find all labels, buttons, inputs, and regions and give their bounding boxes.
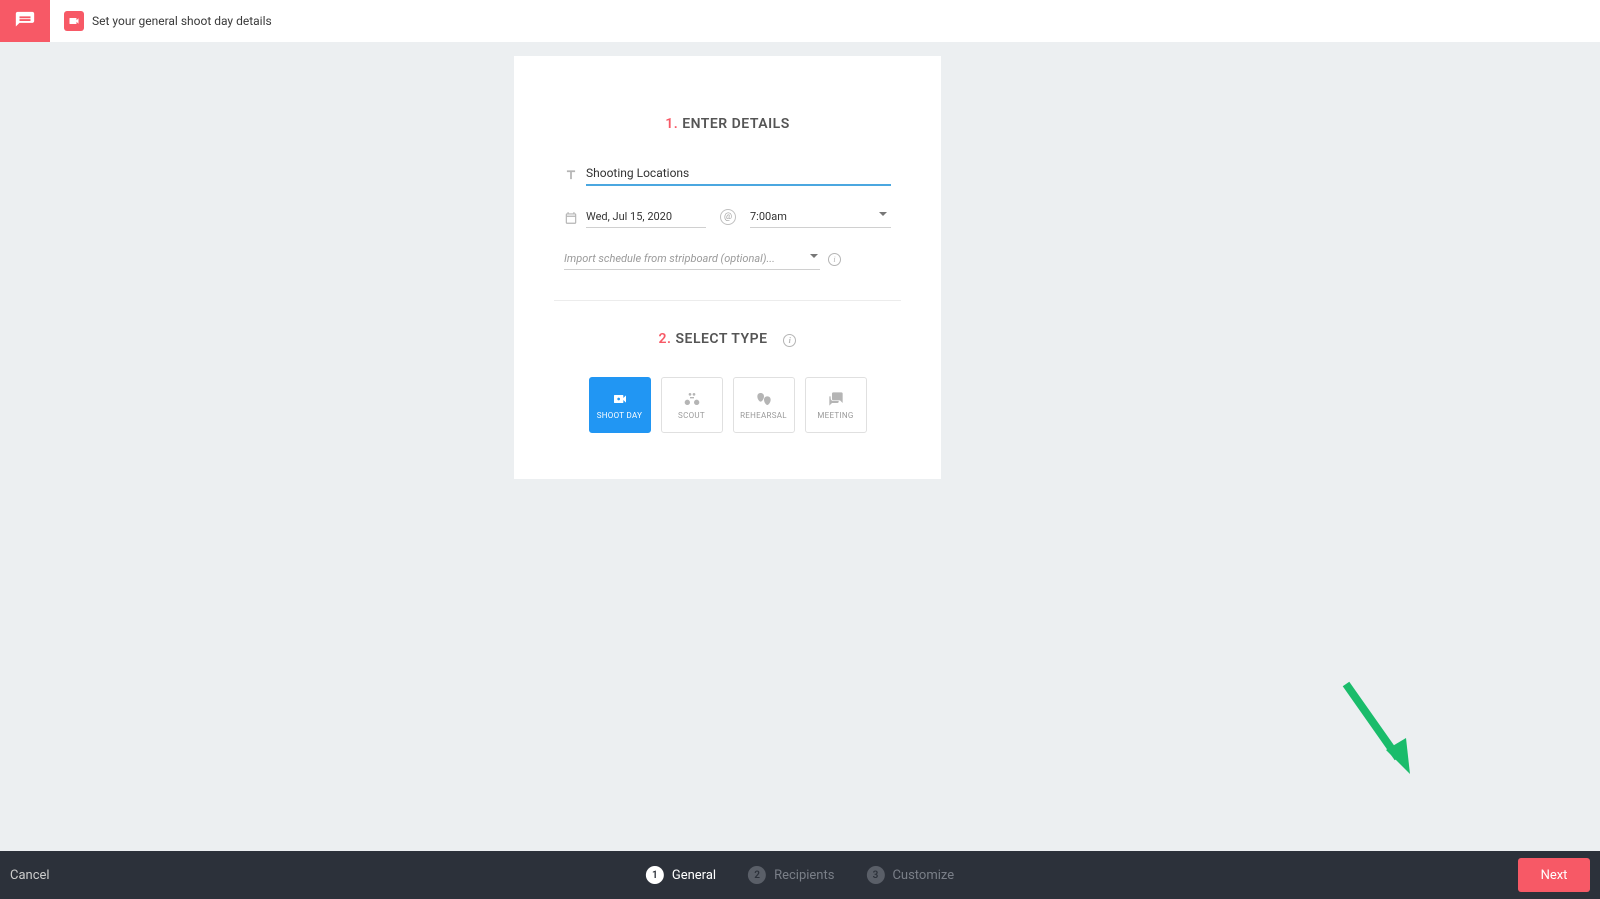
type-scout[interactable]: SCOUT xyxy=(661,377,723,433)
type-label: REHEARSAL xyxy=(740,411,787,420)
date-input[interactable] xyxy=(586,206,706,228)
type-rehearsal[interactable]: REHEARSAL xyxy=(733,377,795,433)
footer-bar: Cancel 1 General 2 Recipients 3 Customiz… xyxy=(0,851,1600,899)
header-title: Set your general shoot day details xyxy=(92,14,272,28)
binoculars-icon xyxy=(682,391,702,407)
title-field-row xyxy=(564,162,891,186)
type-label: MEETING xyxy=(817,411,853,420)
import-row: Import schedule from stripboard (optiona… xyxy=(564,248,891,270)
section-2-label: SELECT TYPE xyxy=(676,331,768,347)
type-meeting[interactable]: MEETING xyxy=(805,377,867,433)
type-label: SHOOT DAY xyxy=(597,411,643,420)
camera-icon xyxy=(68,15,80,27)
camera-icon xyxy=(610,391,630,407)
app-logo[interactable] xyxy=(0,0,50,42)
masks-icon xyxy=(754,391,774,407)
step-customize[interactable]: 3 Customize xyxy=(866,866,954,884)
title-icon xyxy=(564,167,578,181)
speech-bubbles-icon xyxy=(826,391,846,407)
time-select-wrap: 7:00am xyxy=(750,206,891,228)
step-label: Customize xyxy=(892,868,954,883)
section-2-title: 2. SELECT TYPE i xyxy=(564,331,891,347)
step-number: 2 xyxy=(748,866,766,884)
time-select[interactable]: 7:00am xyxy=(750,206,891,228)
at-icon: @ xyxy=(720,209,736,225)
chat-bubble-icon xyxy=(14,10,36,32)
title-input[interactable] xyxy=(586,162,891,186)
section-1-number: 1. xyxy=(665,116,678,132)
info-icon[interactable]: i xyxy=(783,334,796,347)
step-general[interactable]: 1 General xyxy=(646,866,716,884)
step-recipients[interactable]: 2 Recipients xyxy=(748,866,834,884)
shoot-day-icon-badge xyxy=(64,11,84,31)
step-number: 1 xyxy=(646,866,664,884)
wizard-steps: 1 General 2 Recipients 3 Customize xyxy=(646,866,954,884)
divider xyxy=(554,300,901,301)
next-button[interactable]: Next xyxy=(1518,858,1590,892)
info-icon[interactable]: i xyxy=(828,253,841,266)
section-1-title: 1. ENTER DETAILS xyxy=(564,116,891,132)
section-1-label: ENTER DETAILS xyxy=(682,116,790,132)
step-label: Recipients xyxy=(774,868,834,883)
type-shoot-day[interactable]: SHOOT DAY xyxy=(589,377,651,433)
calendar-icon xyxy=(564,210,578,224)
type-label: SCOUT xyxy=(678,411,705,420)
step-number: 3 xyxy=(866,866,884,884)
import-stripboard-select[interactable]: Import schedule from stripboard (optiona… xyxy=(564,248,820,270)
details-card: 1. ENTER DETAILS @ 7:00am Import schedul… xyxy=(514,56,941,479)
annotation-arrow xyxy=(1340,680,1420,780)
step-label: General xyxy=(672,868,716,883)
cancel-button[interactable]: Cancel xyxy=(10,862,50,889)
type-selector: SHOOT DAY SCOUT REHEARSAL MEETING xyxy=(564,377,891,433)
datetime-row: @ 7:00am xyxy=(564,206,891,228)
section-2-number: 2. xyxy=(659,331,672,347)
header-bar: Set your general shoot day details xyxy=(0,0,1600,42)
